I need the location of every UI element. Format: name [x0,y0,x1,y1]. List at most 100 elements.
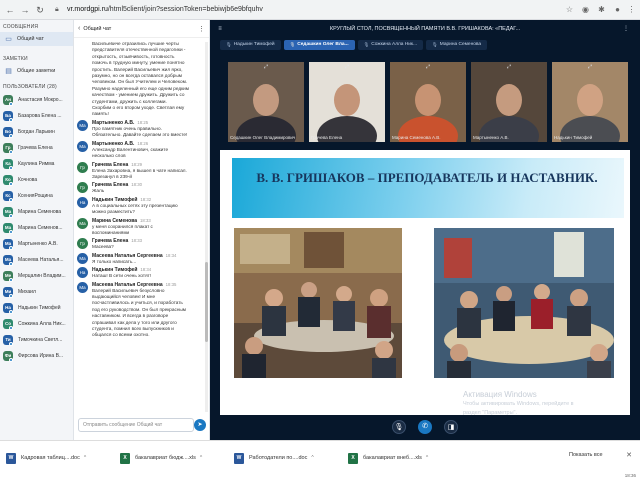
talking-indicator[interactable]: 🎙︎ Сожкина Алла Ник... [357,40,424,50]
user-name: Надькин Тимофей [18,305,61,311]
user-list-item[interactable]: Ма Масеева Наталья... [0,252,73,268]
user-list-item[interactable]: Гр Грачева Елена [0,140,73,156]
audio-button[interactable]: ✆ [418,420,432,434]
webcam-tile[interactable]: ⤢ Надькин Тимофей [552,62,628,142]
webcam-username: Седашкин Олег Владимирович [230,135,296,140]
download-item[interactable]: Xбакалавриат внеб....xls ^ [348,451,428,465]
webcam-button[interactable]: ◨ [444,420,458,434]
user-list-item[interactable]: Бо Богдан Ларькин [0,124,73,140]
chat-scrollbar[interactable] [205,42,208,412]
webcam-tile[interactable]: ⤢ Седашкин Олег Владимирович [228,62,304,142]
microphone-icon: 🎙︎ [394,424,404,431]
fullscreen-icon[interactable]: ⤢ [426,65,430,70]
chat-message: Ма Масеева Наталья Сергеевна 18:34 Я только… [74,252,204,265]
chevron-up-icon[interactable]: ^ [311,455,313,461]
message-avatar: Гр [77,161,88,173]
user-list-item[interactable]: Ме Мерцалин Владим... [0,268,73,284]
user-list-item[interactable]: Ма Марина Семенова [0,204,73,220]
user-list-item[interactable]: На Надькин Тимофей [0,300,73,316]
webcam-tile[interactable]: ⤢ Марина Семенова А.В. [390,62,466,142]
url-field[interactable]: vr.mordgpi.ru/html5client/join?sessionTo… [67,6,263,13]
chevron-up-icon[interactable]: ^ [200,455,202,461]
message-time: 18:34 [140,267,152,273]
message-time: 18:25 [137,119,149,125]
user-list-item[interactable]: Со Сожкина Алла Ник... [0,316,73,332]
sender-name: Мартыненко А.В. [92,119,135,126]
menu-hamburger-icon[interactable]: ≡ [216,25,224,33]
shared-notes-label: Общие заметки [17,68,56,74]
reload-icon[interactable]: ↻ [35,5,45,15]
user-name: Марина Семенов... [18,225,63,231]
shared-notes-item[interactable]: ▤ Общие заметки [0,64,73,78]
status-dot [9,118,13,122]
chevron-left-icon[interactable]: ‹ [78,25,80,32]
fullscreen-icon[interactable]: ⤢ [507,65,511,70]
download-file-name: бакалавриат бюдж....xls [135,455,196,461]
scrollbar-thumb[interactable] [205,262,208,342]
user-list-item[interactable]: Ма Марина Семенов... [0,220,73,236]
user-list-item[interactable]: Ти Тимочкина Светл... [0,332,73,348]
extensions-puzzle-icon[interactable]: ✱ [596,4,607,15]
message-avatar: На [77,267,88,279]
user-list-item[interactable]: Ба Базарова Елена ... [0,108,73,124]
webcam-video [309,62,385,142]
options-dots-icon[interactable]: ⋮ [622,25,630,33]
forward-icon[interactable]: → [20,5,30,15]
menu-dots-icon[interactable]: ⋮ [626,4,637,15]
talking-indicator-name: Седашкин Олег Вла... [297,42,349,47]
message-avatar: Ма [77,140,88,152]
bbb-app: СООБЩЕНИЯ ▭ Общий чат ЗАМЕТКИ ▤ Общие за… [0,20,640,440]
download-file-name: бакалавриат внеб....xls [363,455,422,461]
user-list-item[interactable]: Ма Мартыненко А.В. [0,236,73,252]
message-line: человеком. Он был Учителем и Человеком. [92,79,188,85]
chat-message-input[interactable]: Отправить сообщение Общий чат [78,418,194,432]
webcam-tile[interactable]: ⤢ Грачева Елена [309,62,385,142]
user-list-item[interactable]: Ка Каулина Римма [0,156,73,172]
webcam-tile[interactable]: ⤢ Мартыненко А.В. [471,62,547,142]
message-time: 18:26 [137,140,149,146]
meeting-title-bar: ≡ КРУГЛЫЙ СТОЛ, ПОСВЯЩЕННЫЙ ПАМЯТИ В.В. … [210,20,640,38]
download-item[interactable]: W Кадровая таблиц....doc ^ [6,451,86,465]
extension-icon[interactable]: ◉ [580,4,591,15]
user-name: Кочнова [18,177,38,183]
fullscreen-icon[interactable]: ⤢ [345,65,349,70]
chevron-up-icon[interactable]: ^ [84,455,86,461]
close-icon[interactable]: ✕ [626,451,632,459]
status-dot [9,102,13,106]
message-line: Я только написать... [92,258,137,264]
user-list-item[interactable]: Ко Кочнова [0,172,73,188]
more-options-icon[interactable]: ⋮ [198,25,205,33]
lock-icon[interactable]: 🔒︎ [55,6,63,14]
mute-button[interactable]: 🎙︎ [392,420,406,434]
fullscreen-icon[interactable]: ⤢ [588,65,592,70]
user-list-item[interactable]: Фи Фирсова Ирина В... [0,348,73,364]
talking-indicator[interactable]: 🎙︎ Надькин Тимофей [220,40,281,50]
bookmark-star-icon[interactable]: ☆ [564,4,575,15]
presentation-slide: В. В. ГРИШАКОВ – ПРЕПОДАВАТЕЛЬ И НАСТАВН… [220,150,630,415]
back-icon[interactable]: ← [5,5,15,15]
media-controls: 🎙︎ ✆ ◨ [210,415,640,440]
user-list-item[interactable]: Кс КсенияРощина [0,188,73,204]
sender-name: Надькин Тимофей [92,196,138,203]
show-all-button[interactable]: Показать все [569,452,603,458]
profile-icon[interactable]: ● [612,4,623,15]
fullscreen-icon[interactable]: ⤢ [264,65,268,70]
send-button[interactable]: ➤ [194,419,206,431]
public-chat-item[interactable]: ▭ Общий чат [0,32,73,46]
message-avatar: Ма [77,217,88,229]
user-name: Сожкина Алла Ник... [18,321,66,327]
talking-indicator[interactable]: 🎙︎ Марина Семенова [426,40,488,50]
user-list-item[interactable]: Ми Михаил [0,284,73,300]
talking-indicator[interactable]: 🎙︎ Седашкин Олег Вла... [283,40,355,50]
status-dot [9,326,13,330]
download-item[interactable]: Xбакалавриат бюдж....xls ^ [120,451,202,465]
message-content: Надькин Тимофей 18:32 А в социальных сетях… [92,197,204,216]
public-chat-label: Общий чат [17,36,44,42]
download-file-name: Работодатели по....doc [249,455,308,461]
download-item[interactable]: W Работодатели по....doc ^ [234,451,314,465]
message-content: Марина Семенова 18:33 у меня сохранился пл… [92,218,204,237]
user-list-item[interactable]: Ан Анастасия Мокро... [0,92,73,108]
chevron-up-icon[interactable]: ^ [426,455,428,461]
users-header: ПОЛЬЗОВАТЕЛИ (28) [3,84,57,90]
user-name: КсенияРощина [18,193,53,199]
